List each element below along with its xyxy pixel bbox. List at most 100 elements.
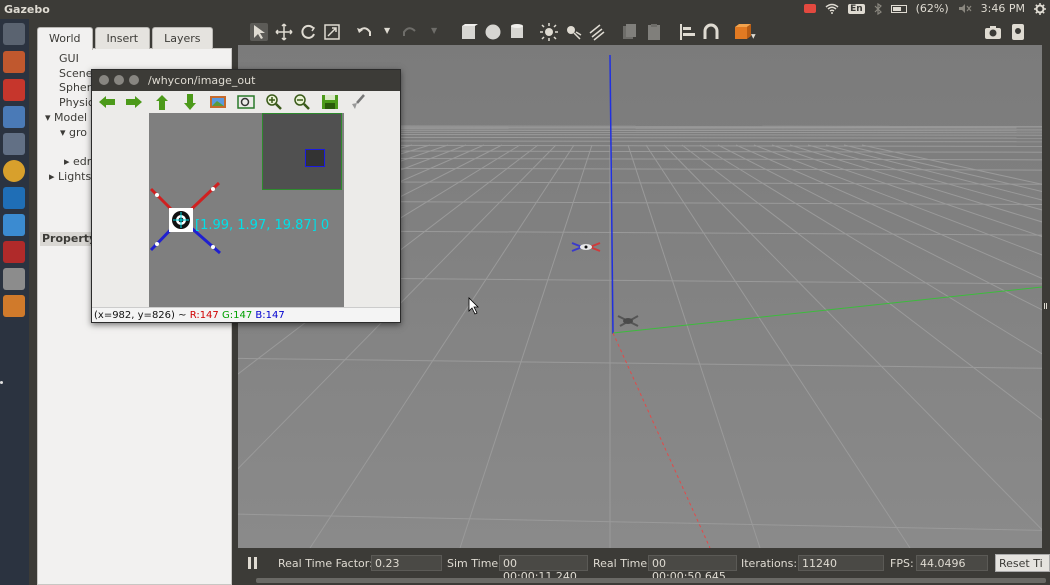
arrow-down-icon[interactable]	[181, 94, 199, 110]
point-light-icon[interactable]	[540, 23, 558, 41]
expand-arrow-icon[interactable]: ▾	[45, 111, 54, 124]
gazebo-icon[interactable]	[3, 295, 25, 317]
system-tray: En (62%) 3:46 PM	[804, 2, 1046, 15]
viewport-side-handle[interactable]	[1042, 45, 1050, 548]
sphere-shape-icon[interactable]	[484, 23, 502, 41]
tree-item-lights-label: Lights	[58, 169, 92, 183]
minimap-view-rect	[305, 149, 325, 167]
copy-icon[interactable]	[621, 23, 639, 41]
reset-time-button[interactable]: Reset Ti	[995, 554, 1050, 572]
image-window-titlebar[interactable]: /whycon/image_out	[92, 70, 400, 91]
tree-item-models-label: Model	[54, 110, 88, 124]
rotate-icon[interactable]	[299, 23, 317, 41]
vscode-icon[interactable]	[3, 187, 25, 209]
arrow-right-icon[interactable]	[125, 94, 143, 110]
tab-insert[interactable]: Insert	[94, 27, 151, 49]
pixel-coords: (x=982, y=826) ~	[94, 310, 187, 321]
keyboard-language-indicator[interactable]: En	[848, 3, 865, 14]
rtf-field: 0.23	[371, 555, 442, 571]
arrow-left-icon[interactable]	[98, 94, 116, 110]
collapsed-arrow-icon[interactable]: ▸	[64, 155, 73, 168]
pixel-red-value: R:147	[189, 310, 219, 321]
snap-magnet-icon[interactable]	[702, 23, 720, 41]
tree-item-models[interactable]: ▾ Model	[45, 111, 94, 126]
tree-item-lights[interactable]: ▸ Lights	[45, 170, 94, 185]
image-view-window[interactable]: /whycon/image_out [1.99, 1.97, 19.87] 0 …	[91, 69, 401, 323]
collapsed-arrow-icon[interactable]: ▸	[49, 170, 58, 183]
undo-dropdown-icon[interactable]: ▼	[384, 26, 390, 35]
system-monitor-icon[interactable]	[3, 133, 25, 155]
image-icon[interactable]	[209, 94, 227, 110]
minimize-icon[interactable]	[114, 75, 124, 85]
save-icon[interactable]	[321, 94, 339, 110]
box-shape-icon[interactable]	[460, 23, 478, 41]
iterations-label: Iterations:	[741, 557, 798, 570]
redo-icon[interactable]	[401, 23, 419, 41]
scale-icon[interactable]	[323, 23, 341, 41]
sim-time-field: 00 00:00:11.240	[499, 555, 588, 583]
top-menu-bar: Gazebo En (62%) 3:46 PM	[0, 0, 1050, 19]
clock[interactable]: 3:46 PM	[981, 2, 1025, 15]
files-icon[interactable]	[3, 51, 25, 73]
software-updater-icon[interactable]	[3, 79, 25, 101]
app-red-icon[interactable]	[3, 241, 25, 263]
gear-icon[interactable]	[1034, 2, 1046, 15]
tab-layers[interactable]: Layers	[152, 27, 213, 49]
arrow-up-icon[interactable]	[153, 94, 171, 110]
directional-light-icon[interactable]	[588, 23, 606, 41]
screenshot-camera-icon[interactable]	[984, 23, 1002, 41]
pause-icon[interactable]	[248, 557, 258, 569]
horizontal-scrollbar[interactable]	[256, 578, 1046, 583]
fps-label: FPS:	[890, 557, 914, 570]
zoom-fit-icon[interactable]	[237, 94, 255, 110]
tree-item-scene[interactable]: Scene	[45, 67, 94, 82]
fps-field: 44.0496	[916, 555, 988, 571]
tree-item-physics[interactable]: Physic	[45, 96, 94, 111]
tab-world[interactable]: World	[37, 27, 93, 50]
tree-item-spherical[interactable]: Spher	[45, 81, 94, 96]
bluetooth-icon[interactable]	[874, 2, 882, 15]
select-arrow-icon[interactable]	[250, 23, 268, 41]
view-angle-icon[interactable]	[734, 23, 752, 41]
zoom-in-icon[interactable]	[265, 94, 283, 110]
zoom-out-icon[interactable]	[293, 94, 311, 110]
battery-percent: (62%)	[915, 2, 949, 15]
maximize-icon[interactable]	[129, 75, 139, 85]
whycon-overlay-text: [1.99, 1.97, 19.87] 0	[195, 218, 329, 233]
tree-item-gui[interactable]: GUI	[45, 52, 94, 67]
chrome-icon[interactable]	[3, 160, 25, 182]
desktop: Gazebo En (62%) 3:46 PM World Insert Lay…	[0, 0, 1050, 585]
battery-icon[interactable]	[890, 4, 907, 13]
close-icon[interactable]	[99, 75, 109, 85]
sim-time-label: Sim Time:	[447, 557, 502, 570]
view-angle-dropdown-icon[interactable]: ▼	[751, 33, 756, 40]
wifi-icon[interactable]	[825, 3, 839, 14]
writer-icon[interactable]	[3, 214, 25, 236]
rtf-label: Real Time Factor:	[278, 557, 373, 570]
expand-arrow-icon[interactable]: ▾	[60, 126, 69, 139]
paste-icon[interactable]	[645, 23, 663, 41]
volume-muted-icon[interactable]	[958, 3, 972, 14]
main-toolbar: ▼ ▼ ▼	[238, 19, 1050, 45]
cylinder-shape-icon[interactable]	[508, 23, 526, 41]
undo-icon[interactable]	[355, 23, 373, 41]
record-icon[interactable]	[804, 4, 817, 13]
dash-home-icon[interactable]	[3, 23, 25, 45]
translate-icon[interactable]	[275, 23, 293, 41]
image-window-title: /whycon/image_out	[148, 74, 256, 87]
align-icon[interactable]	[678, 23, 696, 41]
record-log-icon[interactable]	[1009, 23, 1027, 41]
image-status-bar: (x=982, y=826) ~ R:147 G:147 B:147	[92, 307, 400, 322]
spot-light-icon[interactable]	[564, 23, 582, 41]
tree-item-edrone[interactable]: ▸ edr	[45, 155, 94, 170]
overview-minimap	[262, 113, 342, 190]
network-tool-icon[interactable]	[3, 106, 25, 128]
tree-item-ground-label: gro	[69, 125, 88, 139]
redo-dropdown-icon[interactable]: ▼	[431, 26, 437, 35]
help-icon[interactable]	[3, 268, 25, 290]
status-bar: Real Time Factor: 0.23 Sim Time: 00 00:0…	[238, 548, 1050, 583]
brush-icon[interactable]	[349, 94, 367, 110]
left-panel-tabs: World Insert Layers	[37, 27, 215, 50]
tree-item-ground[interactable]: ▾ gro	[45, 126, 94, 141]
